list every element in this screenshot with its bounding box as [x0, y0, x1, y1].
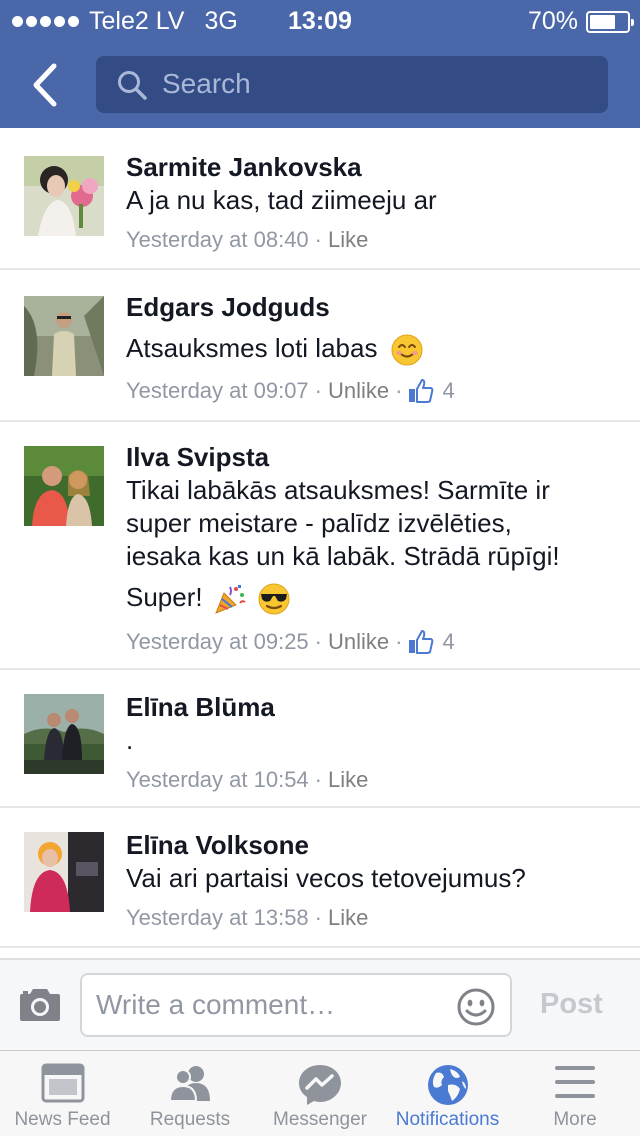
comment-timestamp[interactable]: Yesterday at 09:07 [126, 378, 309, 404]
back-button[interactable] [24, 60, 68, 110]
separator: · [314, 378, 322, 404]
comment-text-line: Atsauksmes loti labas [126, 332, 620, 366]
search-icon [118, 71, 147, 100]
comment-list: Sarmite Jankovska A ja nu kas, tad ziime… [0, 130, 640, 948]
comment-item: Sarmite Jankovska A ja nu kas, tad ziime… [0, 130, 640, 270]
comment-field[interactable] [80, 973, 512, 1037]
avatar[interactable] [24, 694, 104, 774]
comment-timestamp[interactable]: Yesterday at 09:25 [126, 629, 309, 655]
friends-icon [168, 1066, 210, 1102]
comment-timestamp[interactable]: Yesterday at 13:58 [126, 905, 309, 931]
like-count-value: 4 [442, 378, 455, 404]
tab-label: Notifications [395, 1109, 500, 1130]
comment-text: Tikai labākās atsauksmes! Sarmīte ir sup… [126, 474, 620, 615]
navigation-header: Tele2 LV 3G 13:09 70% [0, 0, 640, 128]
like-count[interactable]: 4 [408, 629, 455, 655]
avatar[interactable] [24, 296, 104, 376]
comment-text: Atsauksmes loti labas [126, 333, 378, 363]
unlike-link[interactable]: Unlike [328, 378, 389, 404]
separator: · [314, 629, 322, 655]
avatar[interactable] [24, 156, 104, 236]
comment-text-line: Tikai labākās atsauksmes! Sarmīte ir [126, 475, 550, 505]
sticker-smiley-icon[interactable] [456, 987, 496, 1027]
comment-input[interactable] [96, 985, 436, 1025]
comment-text: Vai ari partaisi vecos tetovejumus? [126, 863, 526, 893]
tab-label: Messenger [273, 1109, 367, 1130]
smiling-face-emoji-icon [391, 334, 423, 366]
separator: · [314, 227, 322, 252]
tab-messenger[interactable]: Messenger [255, 1051, 385, 1136]
sunglasses-face-emoji-icon [258, 583, 290, 615]
like-link[interactable]: Like [328, 767, 368, 793]
battery-icon [586, 10, 634, 33]
tab-label: Requests [149, 1109, 231, 1130]
thumbs-up-icon [409, 630, 434, 655]
comment-text: A ja nu kas, tad ziimeeju ar [126, 185, 437, 215]
comment-body: Elīna Volksone Vai ari partaisi vecos te… [126, 830, 620, 931]
like-count-value: 4 [442, 629, 455, 655]
comment-meta: Yesterday at 09:07 · Unlike · 4 [126, 378, 620, 404]
tab-notifications[interactable]: Notifications [385, 1051, 510, 1136]
comment-text-line: Super! [126, 582, 203, 612]
tab-label: More [553, 1109, 597, 1130]
comment-body: Edgars Jodguds Atsauksmes loti labas Yes… [126, 292, 620, 404]
like-link[interactable]: Like [328, 905, 368, 931]
comment-composer: Post [0, 958, 640, 1050]
comment-item: Elīna Volksone Vai ari partaisi vecos te… [0, 808, 640, 948]
camera-button[interactable] [18, 988, 62, 1027]
comment-meta: Yesterday at 13:58 · Like [126, 905, 620, 931]
search-input[interactable] [162, 64, 582, 104]
comment-text-line-emojis: Super! [126, 581, 620, 615]
comment-timestamp[interactable]: Yesterday at 10:54 [126, 767, 309, 793]
party-popper-emoji-icon [214, 585, 246, 615]
comment-body: Sarmite Jankovska A ja nu kas, tad ziime… [126, 152, 620, 253]
like-link[interactable]: Like [328, 227, 368, 253]
tab-bar: News Feed Requests Messenger Notificatio… [0, 1050, 640, 1136]
status-bar: Tele2 LV 3G 13:09 70% [0, 0, 640, 40]
comment-timestamp[interactable]: Yesterday at 08:40 [126, 227, 309, 253]
separator: · [314, 767, 322, 792]
tab-label: News Feed [14, 1109, 111, 1130]
tab-more[interactable]: More [510, 1051, 640, 1136]
comment-meta: Yesterday at 10:54 · Like [126, 767, 620, 793]
comment-body: Ilva Svipsta Tikai labākās atsauksmes! S… [126, 442, 620, 655]
comment-text-line: iesaka kas un kā labāk. Strādā rūpīgi! [126, 541, 560, 571]
comment-text: . [126, 725, 134, 755]
comment-meta: Yesterday at 08:40 · Like [126, 227, 620, 253]
comment-author[interactable]: Elīna Volksone [126, 830, 620, 860]
battery-percent: 70% [527, 7, 578, 35]
chevron-left-icon [33, 63, 57, 107]
comment-item: Ilva Svipsta Tikai labākās atsauksmes! S… [0, 422, 640, 670]
separator: · [395, 378, 403, 404]
comment-author[interactable]: Edgars Jodguds [126, 292, 620, 322]
tab-news-feed[interactable]: News Feed [0, 1051, 125, 1136]
camera-icon [20, 989, 60, 1021]
comment-author[interactable]: Sarmite Jankovska [126, 152, 620, 182]
messenger-icon [299, 1065, 341, 1105]
menu-icon [555, 1066, 595, 1098]
comment-meta: Yesterday at 09:25 · Unlike · 4 [126, 629, 620, 655]
comment-author[interactable]: Elīna Blūma [126, 692, 620, 722]
thumbs-up-icon [409, 379, 434, 404]
unlike-link[interactable]: Unlike [328, 629, 389, 655]
globe-icon [427, 1065, 468, 1105]
news-feed-icon [41, 1063, 84, 1103]
separator: · [314, 905, 322, 930]
post-button[interactable]: Post [540, 988, 603, 1021]
like-count[interactable]: 4 [408, 378, 455, 404]
separator: · [395, 629, 403, 655]
comment-author[interactable]: Ilva Svipsta [126, 442, 620, 472]
avatar[interactable] [24, 832, 104, 912]
avatar[interactable] [24, 446, 104, 526]
tab-requests[interactable]: Requests [125, 1051, 255, 1136]
comment-text-line: super meistare - palīdz izvēlēties, [126, 508, 512, 538]
comment-item: Elīna Blūma . Yesterday at 10:54 · Like [0, 670, 640, 808]
status-right: 70% [527, 7, 634, 36]
comment-item: Edgars Jodguds Atsauksmes loti labas Yes… [0, 270, 640, 422]
search-bar[interactable] [96, 56, 608, 113]
comment-body: Elīna Blūma . Yesterday at 10:54 · Like [126, 692, 620, 793]
